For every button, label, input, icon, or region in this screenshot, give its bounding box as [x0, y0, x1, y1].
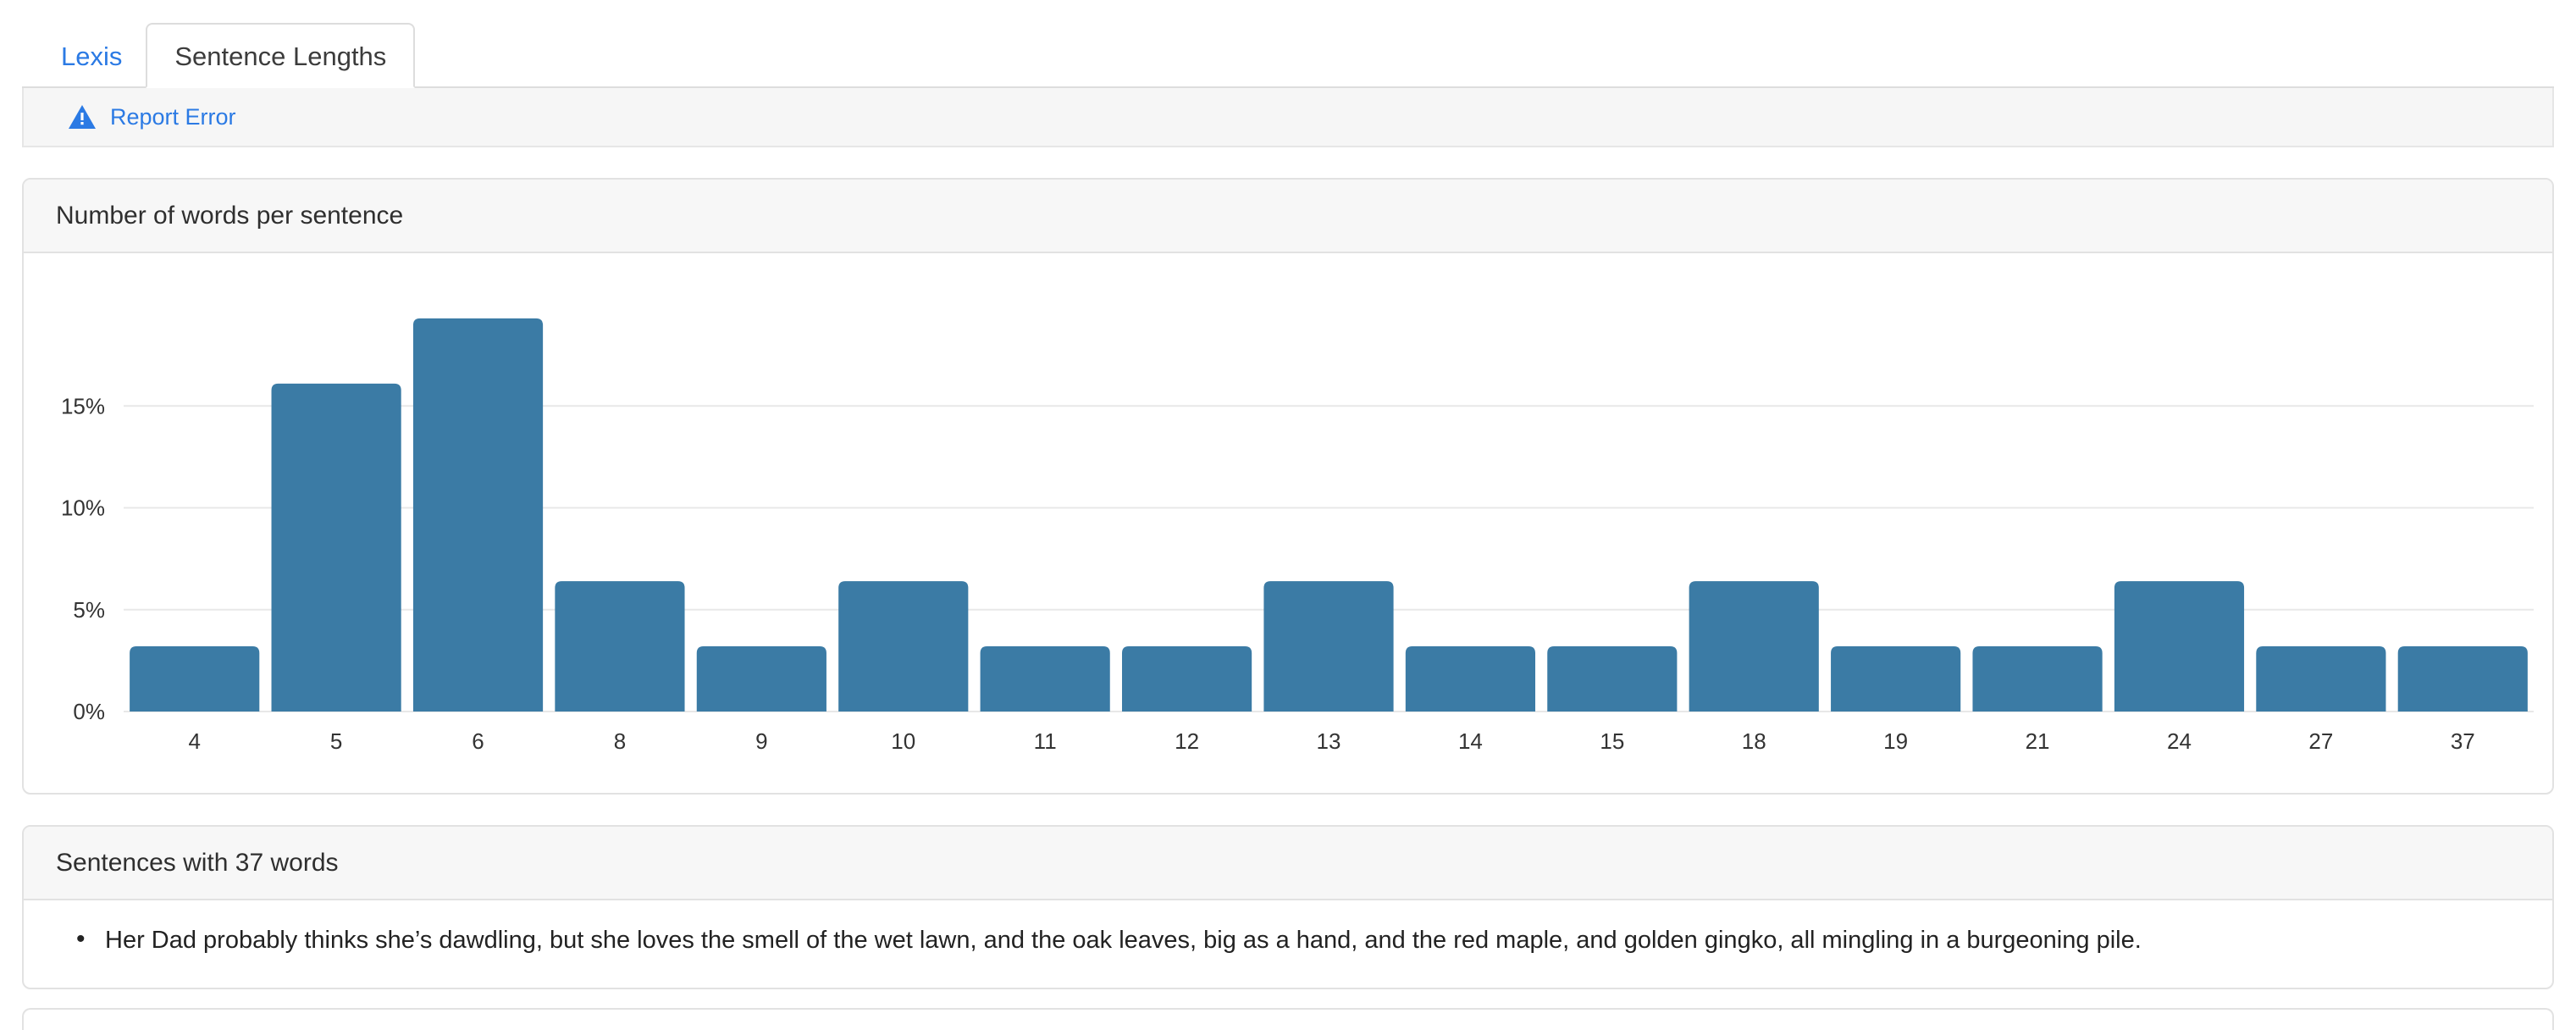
x-axis-tick-label: 6 [472, 728, 484, 754]
tabstrip: Lexis Sentence Lengths [22, 0, 2554, 88]
sentences-panel: Sentences with 37 words Her Dad probably… [22, 825, 2554, 990]
x-axis-tick-label: 8 [614, 728, 626, 754]
x-axis-tick-label: 19 [1883, 728, 1908, 754]
bar[interactable] [412, 318, 544, 712]
bar[interactable] [1121, 646, 1252, 712]
report-error-bar: Report Error [22, 88, 2554, 147]
x-axis-tick-label: 10 [891, 728, 915, 754]
sentences-panel-body: Her Dad probably thinks she’s dawdling, … [24, 900, 2552, 988]
warning-triangle-icon [68, 104, 97, 130]
bar[interactable] [1405, 646, 1536, 712]
sentence-list: Her Dad probably thinks she’s dawdling, … [24, 900, 2552, 988]
x-axis-tick-label: 24 [2167, 728, 2192, 754]
bar[interactable] [1689, 581, 1819, 712]
x-axis-tick-label: 12 [1175, 728, 1199, 754]
sentences-panel-title: Sentences with 37 words [24, 827, 2552, 900]
bar[interactable] [2397, 646, 2528, 712]
report-error-link[interactable]: Report Error [110, 105, 236, 129]
chart-panel-body: 0% 5% 10% 15% 4 5 6 8 9 10 11 12 13 14 15 18 19 21 24 27 37 [24, 253, 2552, 793]
tab-lexis[interactable]: Lexis [37, 23, 146, 88]
bar[interactable] [2256, 646, 2386, 712]
list-item: Her Dad probably thinks she’s dawdling, … [76, 922, 2552, 957]
x-axis-tick-label: 27 [2308, 728, 2333, 754]
y-axis-tick-label: 10% [61, 496, 105, 521]
chart-panel-title: Number of words per sentence [24, 180, 2552, 253]
x-axis-tick-label: 11 [1034, 728, 1057, 754]
bar[interactable] [838, 581, 969, 712]
x-axis-tick-label: 14 [1458, 728, 1483, 754]
bar[interactable] [1972, 646, 2103, 712]
tab-sentence-lengths-label: Sentence Lengths [174, 42, 387, 71]
bar[interactable] [696, 646, 826, 712]
x-axis-tick-label: 37 [2451, 728, 2475, 754]
x-axis-tick-label: 15 [1600, 728, 1624, 754]
y-axis-tick-label: 5% [73, 597, 105, 623]
bar[interactable] [1547, 646, 1678, 712]
bar[interactable] [1263, 581, 1394, 712]
tab-sentence-lengths[interactable]: Sentence Lengths [146, 23, 416, 88]
chart-panel: Number of words per sentence 0% 5% 10% 15% 4… [22, 178, 2554, 795]
y-axis-tick-label: 0% [73, 699, 105, 724]
tab-lexis-label: Lexis [61, 42, 123, 71]
y-axis-tick-label: 15% [61, 393, 105, 418]
words-per-sentence-chart: 0% 5% 10% 15% 4 5 6 8 9 10 11 12 13 14 15 18 19 21 24 27 37 [24, 253, 2552, 793]
bar[interactable] [130, 646, 260, 712]
x-axis-tick-label: 5 [330, 728, 342, 754]
x-axis-tick-label: 9 [755, 728, 767, 754]
next-panel-stub [22, 1008, 2554, 1030]
sentence-lengths-page: Lexis Sentence Lengths Report Error Numb… [0, 0, 2576, 1030]
x-axis-tick-label: 21 [2026, 728, 2050, 754]
x-axis-tick-label: 13 [1317, 728, 1341, 754]
bar[interactable] [271, 383, 401, 712]
x-axis-tick-label: 4 [188, 728, 200, 754]
bar[interactable] [980, 646, 1110, 712]
bar[interactable] [1831, 646, 1961, 712]
x-axis-tick-label: 18 [1742, 728, 1766, 754]
bar[interactable] [2114, 581, 2245, 712]
bar-chart-svg: 0% 5% 10% 15% 4 5 6 8 9 10 11 12 13 14 15 18 19 21 24 27 37 [61, 318, 2534, 754]
bar[interactable] [555, 581, 685, 712]
